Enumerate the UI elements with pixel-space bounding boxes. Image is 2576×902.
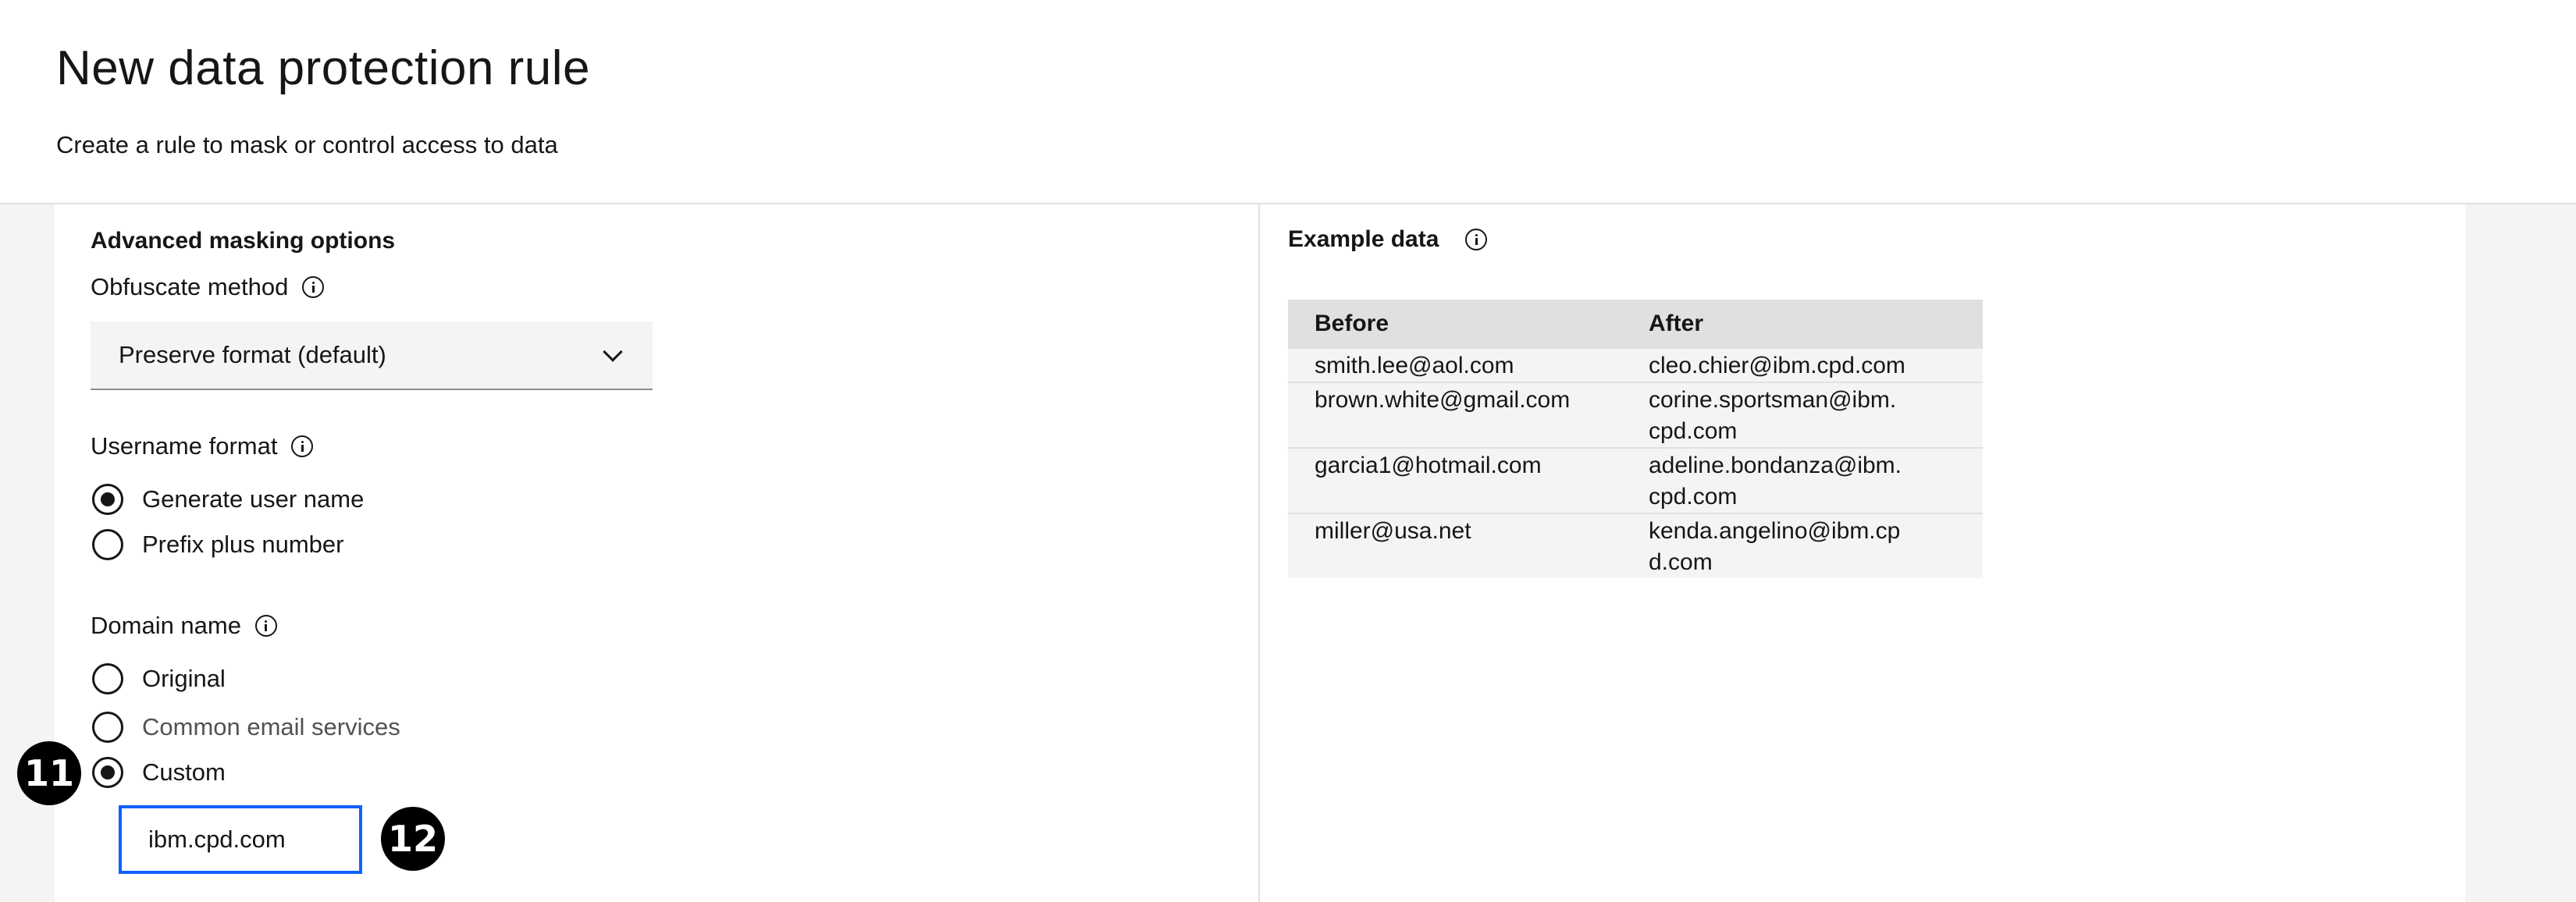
radio-button[interactable] bbox=[92, 663, 123, 694]
table-row: brown.white@gmail.com corine.sportsman@i… bbox=[1288, 382, 1983, 448]
page-header: New data protection rule Create a rule t… bbox=[0, 0, 2576, 204]
example-data-title: Example data bbox=[1288, 226, 1488, 253]
page-title: New data protection rule bbox=[56, 41, 591, 95]
info-icon[interactable] bbox=[254, 615, 277, 637]
radio-label: Original bbox=[142, 665, 226, 692]
radio-prefix-plus-number[interactable]: Prefix plus number bbox=[92, 529, 343, 560]
domain-name-label-text: Domain name bbox=[91, 612, 241, 639]
step-badge-12: 12 bbox=[381, 807, 445, 871]
column-header-after: After bbox=[1622, 300, 1983, 348]
username-format-label-text: Username format bbox=[91, 432, 278, 460]
cell-after: kenda.angelino@ibm.cp d.com bbox=[1622, 513, 1983, 578]
table-header-row: Before After bbox=[1288, 300, 1983, 348]
chevron-down-icon bbox=[603, 342, 623, 362]
radio-custom[interactable]: Custom bbox=[92, 757, 226, 788]
obfuscate-method-dropdown[interactable]: Preserve format (default) bbox=[91, 321, 653, 390]
cell-after: corine.sportsman@ibm. cpd.com bbox=[1622, 382, 1983, 448]
example-data-title-text: Example data bbox=[1288, 226, 1439, 252]
page-subtitle: Create a rule to mask or control access … bbox=[56, 131, 558, 158]
radio-common-email-services[interactable]: Common email services bbox=[92, 712, 400, 743]
table-row: miller@usa.net kenda.angelino@ibm.cp d.c… bbox=[1288, 513, 1983, 578]
cell-after: cleo.chier@ibm.cpd.com bbox=[1622, 347, 1983, 382]
info-icon[interactable] bbox=[291, 435, 314, 457]
example-data-table: Before After smith.lee@aol.com cleo.chie… bbox=[1288, 300, 1983, 578]
table-row: smith.lee@aol.com cleo.chier@ibm.cpd.com bbox=[1288, 347, 1983, 382]
domain-name-label: Domain name bbox=[91, 612, 277, 640]
cell-before: smith.lee@aol.com bbox=[1288, 347, 1622, 382]
username-format-label: Username format bbox=[91, 432, 314, 460]
info-icon[interactable] bbox=[1465, 229, 1488, 250]
radio-label: Prefix plus number bbox=[142, 531, 344, 558]
radio-button[interactable] bbox=[92, 712, 123, 743]
column-header-before: Before bbox=[1288, 300, 1622, 348]
radio-label: Custom bbox=[142, 758, 226, 786]
table-row: garcia1@hotmail.com adeline.bondanza@ibm… bbox=[1288, 447, 1983, 513]
custom-domain-input[interactable] bbox=[119, 805, 362, 874]
radio-label: Generate user name bbox=[142, 485, 365, 513]
radio-label: Common email services bbox=[142, 713, 400, 740]
step-badge-11: 11 bbox=[17, 741, 81, 805]
obfuscate-method-label-text: Obfuscate method bbox=[91, 273, 289, 300]
obfuscate-method-label: Obfuscate method bbox=[91, 273, 325, 301]
radio-button[interactable] bbox=[92, 529, 123, 560]
cell-before: brown.white@gmail.com bbox=[1288, 382, 1622, 448]
radio-button[interactable] bbox=[92, 757, 123, 788]
radio-original[interactable]: Original bbox=[92, 663, 226, 694]
cell-before: garcia1@hotmail.com bbox=[1288, 447, 1622, 513]
radio-button[interactable] bbox=[92, 484, 123, 515]
cell-after: adeline.bondanza@ibm. cpd.com bbox=[1622, 447, 1983, 513]
section-title: Advanced masking options bbox=[91, 228, 396, 254]
cell-before: miller@usa.net bbox=[1288, 513, 1622, 578]
info-icon[interactable] bbox=[302, 276, 325, 298]
dropdown-selected-value: Preserve format (default) bbox=[119, 341, 386, 368]
radio-generate-user-name[interactable]: Generate user name bbox=[92, 484, 364, 515]
